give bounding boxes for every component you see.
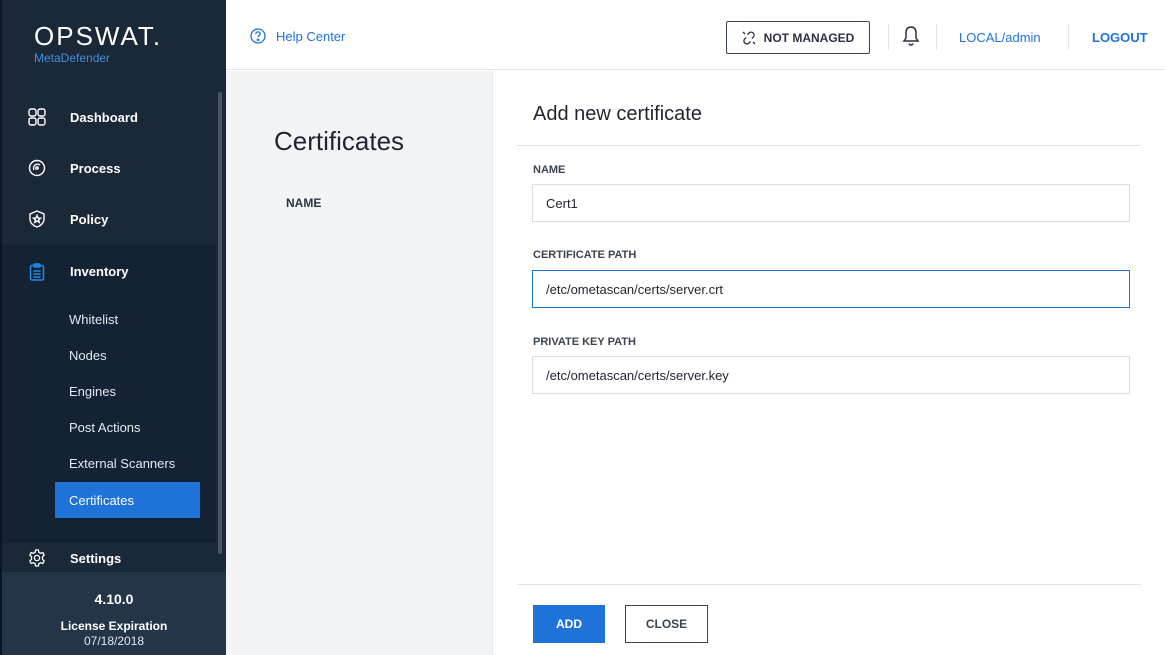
user-account-link[interactable]: LOCAL/admin (959, 30, 1041, 45)
sidebar-item-external-scanners[interactable]: External Scanners (55, 445, 200, 481)
nav-item-process[interactable]: Process (2, 143, 216, 193)
help-center-label: Help Center (276, 28, 346, 44)
logout-button[interactable]: LOGOUT (1092, 30, 1148, 45)
add-certificate-panel: Add new certificate NAME CERTIFICATE PAT… (492, 71, 1165, 655)
sidebar-footer: 4.10.0 License Expiration 07/18/2018 (2, 572, 226, 655)
dashboard-icon (28, 108, 46, 126)
nav-label: Policy (70, 211, 109, 227)
clipboard-icon (29, 262, 45, 281)
nav-item-inventory[interactable]: Inventory (2, 245, 216, 298)
sidebar-item-certificates[interactable]: Certificates (55, 482, 200, 518)
brand-name: OPSWAT. (34, 21, 163, 51)
nav-label: Dashboard (70, 109, 138, 125)
divider (517, 145, 1141, 146)
bell-icon[interactable] (902, 25, 920, 47)
gear-icon (28, 549, 46, 567)
nav-item-dashboard[interactable]: Dashboard (2, 92, 216, 142)
column-header-name[interactable]: NAME (286, 196, 321, 210)
license-date: 07/18/2018 (83, 634, 145, 648)
certificate-path-field[interactable] (532, 270, 1130, 308)
divider (1068, 24, 1069, 50)
license-label: License Expiration (60, 619, 168, 633)
private-key-path-label: PRIVATE KEY PATH (533, 336, 636, 348)
help-center-link[interactable]: Help Center (250, 28, 345, 44)
nav-label: Process (70, 160, 121, 176)
brand-product: MetaDefender (34, 51, 111, 65)
inventory-submenu: Whitelist Nodes Engines Post Actions Ext… (2, 298, 216, 543)
managed-status-label: NOT MANAGED (763, 30, 855, 45)
sidebar-item-post-actions[interactable]: Post Actions (55, 409, 200, 445)
add-button[interactable]: ADD (533, 605, 605, 643)
unlink-icon (742, 30, 756, 45)
sidebar-item-nodes[interactable]: Nodes (55, 337, 200, 373)
sidebar: OPSWAT. MetaDefender Dashboard Process P… (0, 0, 226, 655)
sidebar-scrollbar[interactable] (218, 92, 222, 554)
name-label: NAME (533, 164, 566, 176)
nav-label: Settings (70, 550, 122, 566)
certificates-list-area: Certificates NAME (226, 71, 492, 655)
brand-logo[interactable]: OPSWAT. MetaDefender (34, 22, 162, 66)
help-icon (250, 28, 266, 44)
panel-title: Add new certificate (533, 103, 702, 125)
divider (936, 24, 937, 50)
shield-star-icon (29, 210, 45, 228)
top-bar: Help Center NOT MANAGED LOCAL/admin LOGO… (226, 0, 1165, 70)
certificate-path-label: CERTIFICATE PATH (533, 249, 637, 261)
version-number: 4.10.0 (94, 591, 134, 607)
name-field[interactable] (532, 184, 1130, 222)
page-title: Certificates (274, 126, 405, 156)
divider (888, 24, 889, 50)
divider (517, 584, 1141, 585)
private-key-path-field[interactable] (532, 356, 1130, 394)
sidebar-item-whitelist[interactable]: Whitelist (55, 301, 200, 337)
sidebar-item-engines[interactable]: Engines (55, 373, 200, 409)
process-icon (28, 159, 46, 177)
not-managed-button[interactable]: NOT MANAGED (726, 21, 870, 54)
nav-label: Inventory (70, 264, 129, 279)
nav-item-policy[interactable]: Policy (2, 194, 216, 244)
nav-item-settings[interactable]: Settings (2, 540, 216, 576)
close-button[interactable]: CLOSE (625, 605, 708, 643)
